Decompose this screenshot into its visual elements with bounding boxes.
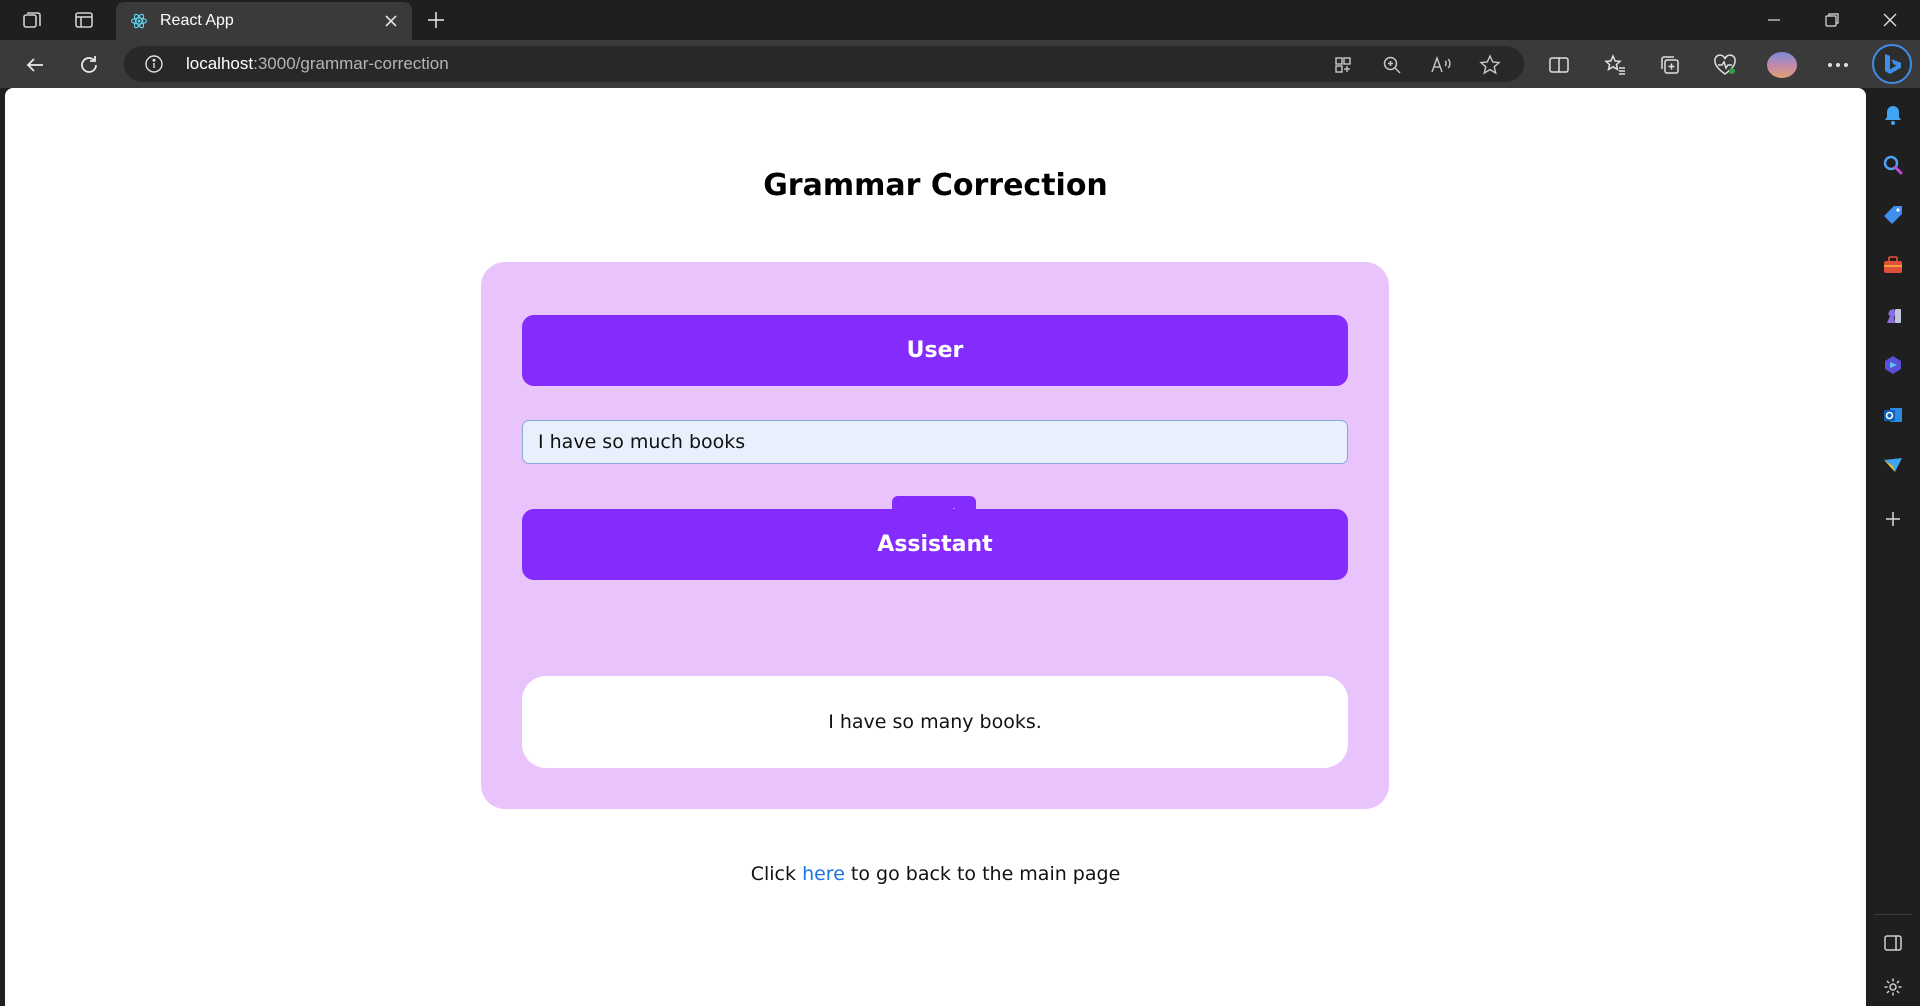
split-screen-icon[interactable] <box>1544 50 1574 80</box>
chat-card: User Send Assistant I have so many books… <box>481 262 1389 809</box>
active-tab[interactable]: React App <box>116 2 412 40</box>
back-icon[interactable] <box>20 50 50 80</box>
workspaces-icon[interactable] <box>20 8 44 32</box>
url-path: :3000/grammar-correction <box>253 54 449 73</box>
shopping-tag-icon[interactable] <box>1880 202 1906 228</box>
browser-title-bar: React App <box>0 0 1920 40</box>
favorites-icon[interactable] <box>1600 50 1630 80</box>
microsoft-365-icon[interactable] <box>1880 352 1906 378</box>
tools-briefcase-icon[interactable] <box>1880 252 1906 278</box>
react-icon <box>130 12 148 30</box>
app-available-icon[interactable] <box>1331 53 1355 77</box>
close-window-icon[interactable] <box>1870 6 1910 34</box>
page-title: Grammar Correction <box>763 168 1108 203</box>
tab-actions-icon[interactable] <box>72 8 96 32</box>
collections-icon[interactable] <box>1655 50 1685 80</box>
address-bar[interactable]: localhost:3000/grammar-correction <box>124 46 1524 82</box>
assistant-response: I have so many books. <box>522 676 1348 768</box>
edge-sidebar <box>1866 88 1920 1006</box>
hide-sidebar-icon[interactable] <box>1880 930 1906 956</box>
back-link-line: Click here to go back to the main page <box>5 863 1866 885</box>
copilot-icon[interactable] <box>1872 44 1912 84</box>
restore-icon[interactable] <box>1812 6 1852 34</box>
favorite-star-icon[interactable] <box>1478 53 1502 77</box>
url-host: localhost <box>186 54 254 73</box>
new-tab-icon[interactable] <box>424 8 448 32</box>
site-info-icon[interactable] <box>144 54 164 74</box>
assistant-header: Assistant <box>522 509 1348 580</box>
main-page-link[interactable]: here <box>802 863 845 885</box>
minimize-icon[interactable] <box>1754 6 1794 34</box>
page-viewport: Grammar Correction User Send Assistant I… <box>5 88 1866 1006</box>
back-text-prefix: Click <box>750 863 803 885</box>
zoom-icon[interactable] <box>1380 53 1404 77</box>
games-chess-icon[interactable] <box>1880 302 1906 328</box>
back-text-suffix: to go back to the main page <box>844 863 1121 885</box>
profile-avatar[interactable] <box>1767 52 1797 78</box>
search-icon[interactable] <box>1880 152 1906 178</box>
add-icon[interactable] <box>1880 506 1906 532</box>
read-aloud-icon[interactable] <box>1429 53 1453 77</box>
more-options-icon[interactable] <box>1823 50 1853 80</box>
outlook-icon[interactable] <box>1880 402 1906 428</box>
browser-essentials-icon[interactable] <box>1710 50 1740 80</box>
url-text: localhost:3000/grammar-correction <box>186 54 449 74</box>
tab-title: React App <box>160 12 234 29</box>
close-tab-icon[interactable] <box>380 10 402 32</box>
user-header: User <box>522 315 1348 386</box>
user-message-input[interactable] <box>522 420 1348 464</box>
browser-toolbar: localhost:3000/grammar-correction <box>0 40 1920 88</box>
bell-icon[interactable] <box>1880 102 1906 128</box>
drop-send-icon[interactable] <box>1880 452 1906 478</box>
settings-gear-icon[interactable] <box>1880 974 1906 1000</box>
sidebar-divider <box>1874 914 1912 915</box>
refresh-icon[interactable] <box>74 50 104 80</box>
